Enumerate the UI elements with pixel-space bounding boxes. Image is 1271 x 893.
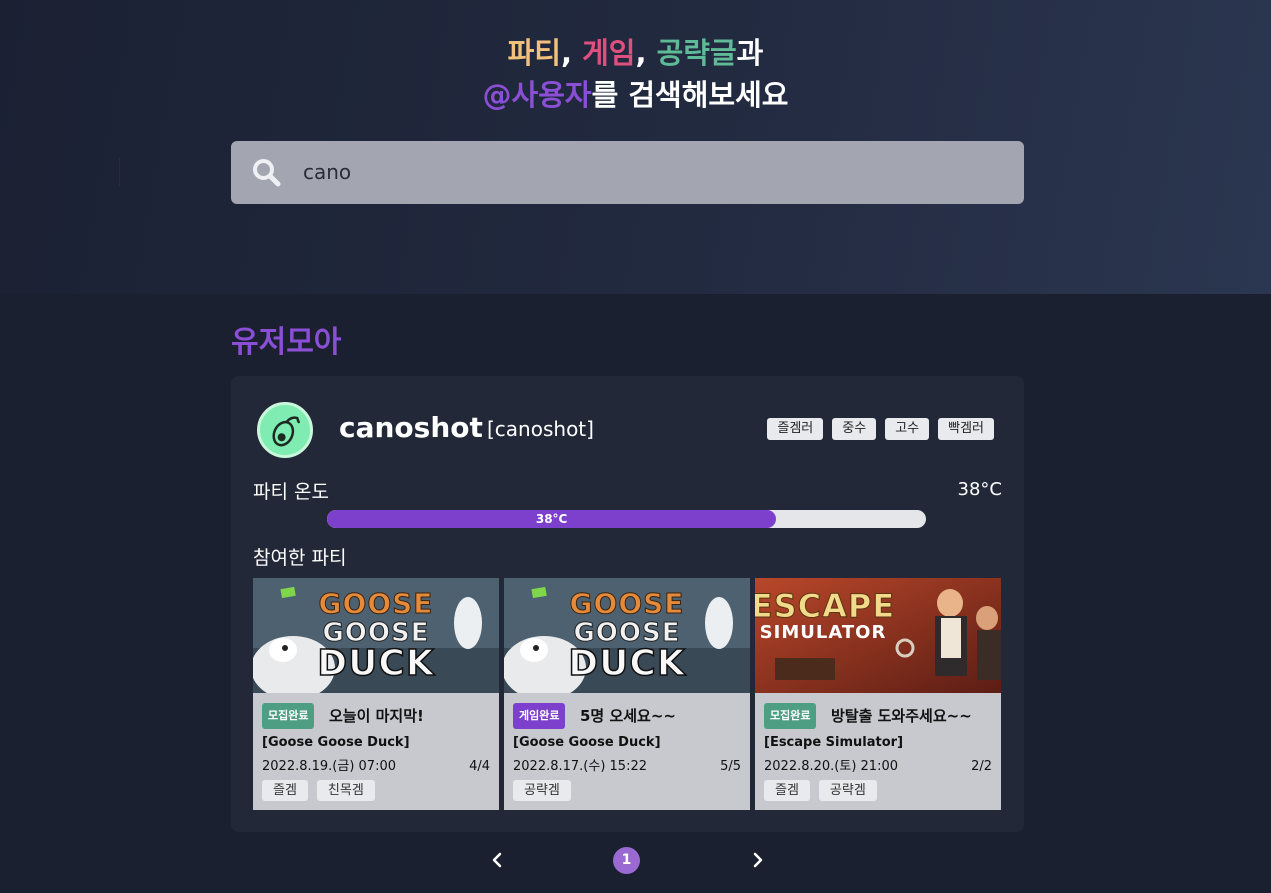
avocado-avatar-icon[interactable]: [257, 402, 313, 458]
party-member-count: 2/2: [971, 759, 992, 774]
user-tag: 고수: [885, 418, 930, 440]
party-member-count: 4/4: [469, 759, 490, 774]
game-thumbnail[interactable]: GOOSE GOOSE DUCK: [253, 578, 499, 693]
party-status-badge: 모집완료: [262, 703, 315, 729]
party-title[interactable]: 5명 오세요~~: [580, 704, 676, 728]
party-list: GOOSE GOOSE DUCK 모집완료 오늘이 마지막! [Goose Go…: [253, 578, 1001, 810]
user-id: [canoshot]: [487, 417, 594, 441]
thumbnail-title: GOOSE: [569, 587, 685, 620]
party-tag: 친목겜: [316, 780, 375, 801]
game-thumbnail[interactable]: GOOSE GOOSE DUCK: [504, 578, 750, 693]
headline-line-1: 파티, 게임, 공략글과: [0, 32, 1271, 74]
party-temperature-label: 파티 온도: [253, 481, 329, 503]
party-status-badge: 게임완료: [513, 703, 566, 729]
game-thumbnail[interactable]: ESCAPE SIMULATOR: [755, 578, 1001, 693]
user-tags: 즐겜러 중수 고수 빡겜러: [767, 418, 994, 440]
party-game: [Escape Simulator]: [764, 735, 904, 750]
search-input[interactable]: [303, 141, 1003, 204]
party-temperature-fill: 38°C: [327, 510, 777, 528]
party-tag: 공략겜: [818, 780, 877, 801]
party-status-badge: 모집완료: [764, 703, 817, 729]
party-card[interactable]: GOOSE GOOSE DUCK 모집완료 오늘이 마지막! [Goose Go…: [253, 578, 499, 810]
party-game: [Goose Goose Duck]: [513, 735, 661, 750]
headline-game: 게임: [582, 36, 636, 70]
headline-line-2: @사용자를 검색해보세요: [0, 74, 1271, 116]
party-date: 2022.8.17.(수) 15:22: [513, 759, 647, 774]
search-bar[interactable]: [231, 141, 1024, 204]
joined-parties-label: 참여한 파티: [253, 547, 347, 569]
user-tag: 즐겜러: [767, 418, 824, 440]
headline-party: 파티: [507, 36, 561, 70]
search-hero: 파티, 게임, 공략글과 @사용자를 검색해보세요: [0, 0, 1271, 294]
headline-comma-1: ,: [561, 36, 583, 70]
thumbnail-title: ESCAPE: [755, 587, 896, 625]
thumbnail-title: GOOSE: [318, 587, 434, 620]
chevron-left-icon[interactable]: [487, 848, 507, 872]
thumbnail-title: DUCK: [317, 643, 435, 685]
party-tags: 즐겜 공략겜: [764, 780, 877, 801]
user-card[interactable]: canoshot [canoshot] 즐겜러 중수 고수 빡겜러 파티 온도 …: [231, 376, 1024, 832]
headline-guide: 공략글: [656, 36, 737, 70]
party-tag: 즐겜: [262, 780, 308, 801]
text-caret: [119, 158, 120, 186]
party-tags: 공략겜: [513, 780, 571, 801]
party-temperature-value: 38°C: [957, 479, 1002, 500]
party-date: 2022.8.19.(금) 07:00: [262, 759, 396, 774]
user-tag: 빡겜러: [938, 418, 994, 440]
party-tags: 즐겜 친목겜: [262, 780, 375, 801]
party-member-count: 5/5: [720, 759, 741, 774]
party-card[interactable]: GOOSE GOOSE DUCK 게임완료 5명 오세요~~ [Goose Go…: [504, 578, 750, 810]
party-date: 2022.8.20.(토) 21:00: [764, 759, 898, 774]
thumbnail-title: DUCK: [568, 643, 686, 685]
party-game: [Goose Goose Duck]: [262, 735, 410, 750]
party-temperature-bar: 38°C: [327, 510, 926, 528]
chevron-right-icon[interactable]: [748, 848, 768, 872]
thumbnail-title: SIMULATOR: [759, 622, 887, 643]
headline-user: @사용자: [482, 78, 592, 112]
party-tag: 공략겜: [513, 780, 571, 801]
user-tag: 중수: [832, 418, 877, 440]
headline-comma-2: ,: [635, 36, 657, 70]
party-title[interactable]: 오늘이 마지막!: [329, 704, 424, 728]
pagination: 1: [0, 846, 1271, 874]
party-tag: 즐겜: [764, 780, 810, 801]
search-icon[interactable]: [251, 157, 281, 187]
section-title-users: 유저모아: [231, 325, 342, 360]
headline-and: 과: [736, 36, 764, 70]
headline-search-prompt: 를 검색해보세요: [591, 78, 789, 112]
page-number-button[interactable]: 1: [613, 847, 640, 874]
party-title[interactable]: 방탈출 도와주세요~~: [831, 704, 972, 728]
party-card[interactable]: ESCAPE SIMULATOR 모집완료 방탈출 도와주세요~~ [Escap…: [755, 578, 1001, 810]
user-nickname[interactable]: canoshot: [339, 408, 483, 448]
